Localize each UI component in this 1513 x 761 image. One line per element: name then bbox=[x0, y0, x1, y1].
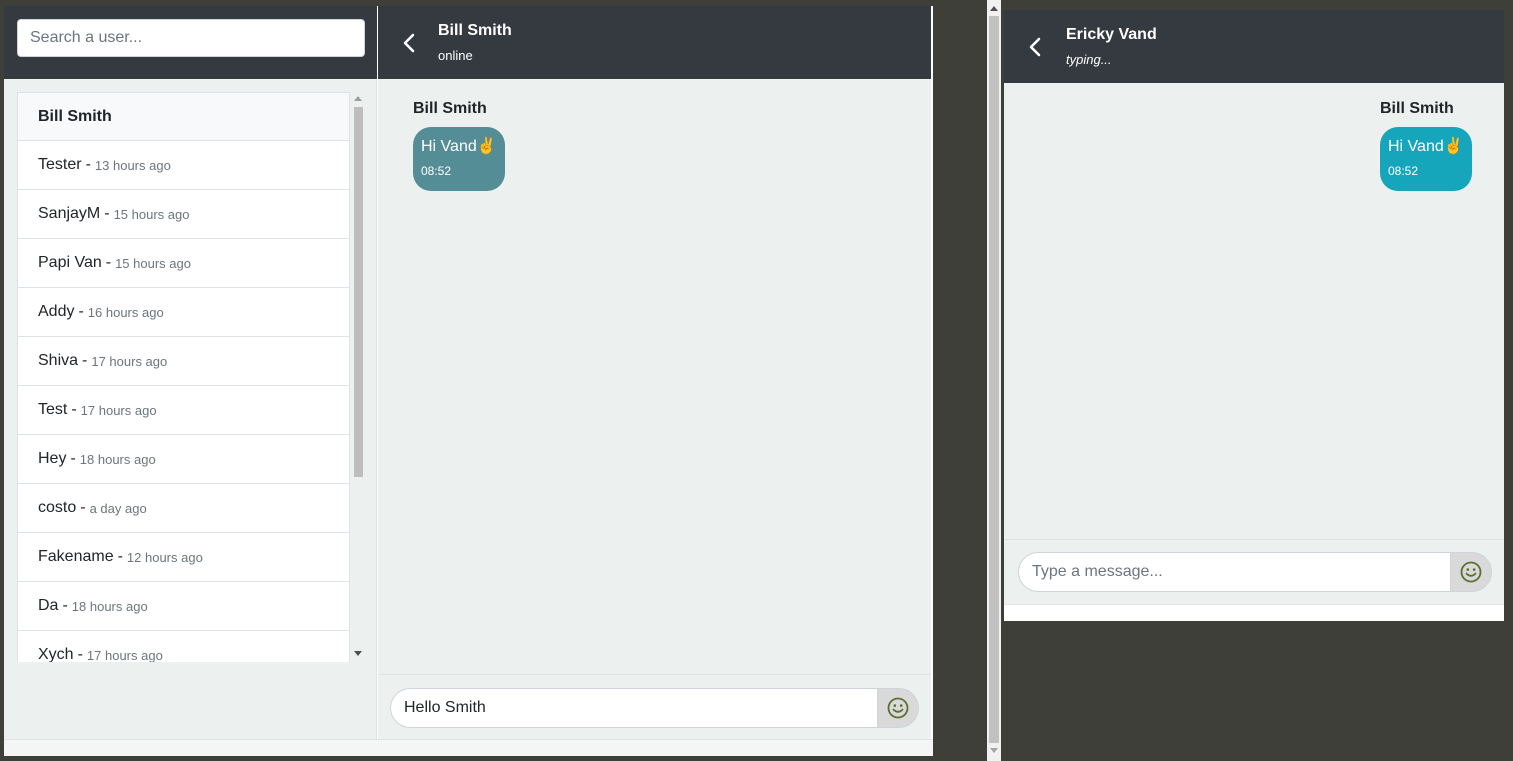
chat-header: Ericky Vand typing... bbox=[1004, 10, 1504, 83]
last-seen-time: 17 hours ago bbox=[80, 402, 157, 418]
composer bbox=[1004, 539, 1504, 604]
message-text: Hi Vand✌️ bbox=[421, 138, 497, 155]
separator: - bbox=[77, 646, 83, 662]
separator: - bbox=[104, 205, 110, 222]
user-name: Hey bbox=[38, 450, 67, 467]
emoji-button[interactable] bbox=[877, 688, 919, 728]
user-name: Papi Van bbox=[38, 254, 102, 271]
user-name: Tester bbox=[38, 156, 82, 173]
message-area: Bill Smith Hi Vand✌️ 08:52 bbox=[1004, 83, 1504, 539]
last-seen-time: a day ago bbox=[89, 500, 147, 516]
user-list-item[interactable]: costo - a day ago bbox=[17, 484, 350, 533]
message-sender: Bill Smith bbox=[413, 100, 487, 117]
message-bubble: Hi Vand✌️ 08:52 bbox=[413, 127, 505, 191]
user-list-item[interactable]: Fakename -12 hours ago bbox=[17, 533, 350, 582]
back-arrow-icon[interactable] bbox=[398, 31, 422, 55]
message-time: 08:52 bbox=[1388, 164, 1419, 178]
scroll-up-arrow-icon[interactable] bbox=[990, 6, 998, 11]
message-input[interactable] bbox=[1018, 552, 1451, 592]
user-name: Addy bbox=[38, 303, 75, 320]
emoji-button[interactable] bbox=[1450, 552, 1492, 592]
separator: - bbox=[82, 352, 88, 369]
last-seen-time: 18 hours ago bbox=[71, 598, 148, 614]
user-list-item[interactable]: Xych -17 hours ago bbox=[17, 631, 350, 662]
user-list-item[interactable]: Shiva -17 hours ago bbox=[17, 337, 350, 386]
separator: - bbox=[105, 254, 112, 271]
message-time: 08:52 bbox=[421, 164, 452, 178]
user-list-item[interactable]: Bill Smith bbox=[17, 92, 350, 141]
scroll-down-arrow-icon[interactable] bbox=[354, 651, 362, 656]
message-bubble: Hi Vand✌️ 08:52 bbox=[1380, 127, 1472, 191]
last-seen-time: 12 hours ago bbox=[126, 549, 203, 565]
user-list-item[interactable]: SanjayM -15 hours ago bbox=[17, 190, 350, 239]
separator: - bbox=[71, 401, 77, 418]
page-scrollbar[interactable] bbox=[987, 0, 1001, 761]
chat-window-left: Bill SmithTester-13 hours agoSanjayM-15 … bbox=[4, 6, 933, 756]
last-seen-time: 15 hours ago bbox=[115, 255, 191, 271]
user-list-item[interactable]: Addy -16 hours ago bbox=[17, 288, 350, 337]
user-name: SanjayM bbox=[38, 205, 101, 222]
scroll-down-arrow-icon[interactable] bbox=[990, 748, 998, 753]
user-list-scrollbar[interactable] bbox=[352, 92, 364, 662]
composer bbox=[378, 674, 931, 739]
user-list-item[interactable]: Da -18 hours ago bbox=[17, 582, 350, 631]
contact-name: Ericky Vand bbox=[1066, 26, 1157, 43]
separator: - bbox=[80, 499, 86, 516]
last-seen-time: 16 hours ago bbox=[87, 304, 164, 320]
message-area: Bill Smith Hi Vand✌️ 08:52 bbox=[378, 79, 931, 674]
chat-header: Bill Smith online bbox=[378, 6, 931, 79]
scroll-up-arrow-icon[interactable] bbox=[354, 96, 362, 101]
sidebar-header bbox=[4, 6, 377, 79]
user-list: Bill Smith Tester -13 hours ago SanjayM -15 … bbox=[17, 92, 350, 662]
last-seen-time: 17 hours ago bbox=[91, 353, 168, 369]
user-name: Xych bbox=[38, 646, 74, 662]
message-text: Hi Vand✌️ bbox=[1388, 138, 1464, 155]
message-sender: Bill Smith bbox=[1380, 100, 1454, 117]
sidebar: Bill Smith Tester -13 hours ago SanjayM -15 … bbox=[4, 79, 377, 739]
window-footer bbox=[1004, 604, 1504, 621]
user-name: Da bbox=[38, 597, 59, 614]
contact-name: Bill Smith bbox=[438, 22, 512, 39]
user-list-item[interactable]: Test -17 hours ago bbox=[17, 386, 350, 435]
contact-status: online bbox=[438, 48, 473, 63]
smiley-icon bbox=[1460, 561, 1482, 583]
user-list-item[interactable]: Tester -13 hours ago bbox=[17, 141, 350, 190]
chat-window-right: Ericky Vand typing... Bill Smith Hi Vand… bbox=[1004, 10, 1504, 621]
back-arrow-icon[interactable] bbox=[1024, 35, 1048, 59]
separator: - bbox=[117, 548, 123, 565]
separator: - bbox=[62, 597, 68, 614]
window-footer bbox=[4, 739, 933, 756]
last-seen-time: 17 hours ago bbox=[86, 647, 163, 663]
scrollbar-thumb[interactable] bbox=[354, 107, 363, 477]
typing-status: typing... bbox=[1066, 52, 1112, 67]
page-scrollbar-thumb[interactable] bbox=[989, 16, 999, 743]
smiley-icon bbox=[887, 697, 909, 719]
user-name: Shiva bbox=[38, 352, 79, 369]
last-seen-time: 15 hours ago bbox=[113, 206, 190, 222]
user-name: Test bbox=[38, 401, 68, 418]
user-name: Bill Smith bbox=[38, 107, 112, 125]
separator: - bbox=[70, 450, 76, 467]
user-list-item[interactable]: Hey -18 hours ago bbox=[17, 435, 350, 484]
separator: - bbox=[78, 303, 84, 320]
last-seen-time: 18 hours ago bbox=[79, 451, 156, 467]
separator: - bbox=[85, 156, 91, 173]
user-name: costo bbox=[38, 499, 77, 516]
user-name: Fakename bbox=[38, 548, 114, 565]
message-input[interactable] bbox=[390, 688, 878, 728]
last-seen-time: 13 hours ago bbox=[94, 157, 171, 173]
search-user-input[interactable] bbox=[17, 19, 365, 57]
user-list-item[interactable]: Papi Van -15 hours ago bbox=[17, 239, 350, 288]
